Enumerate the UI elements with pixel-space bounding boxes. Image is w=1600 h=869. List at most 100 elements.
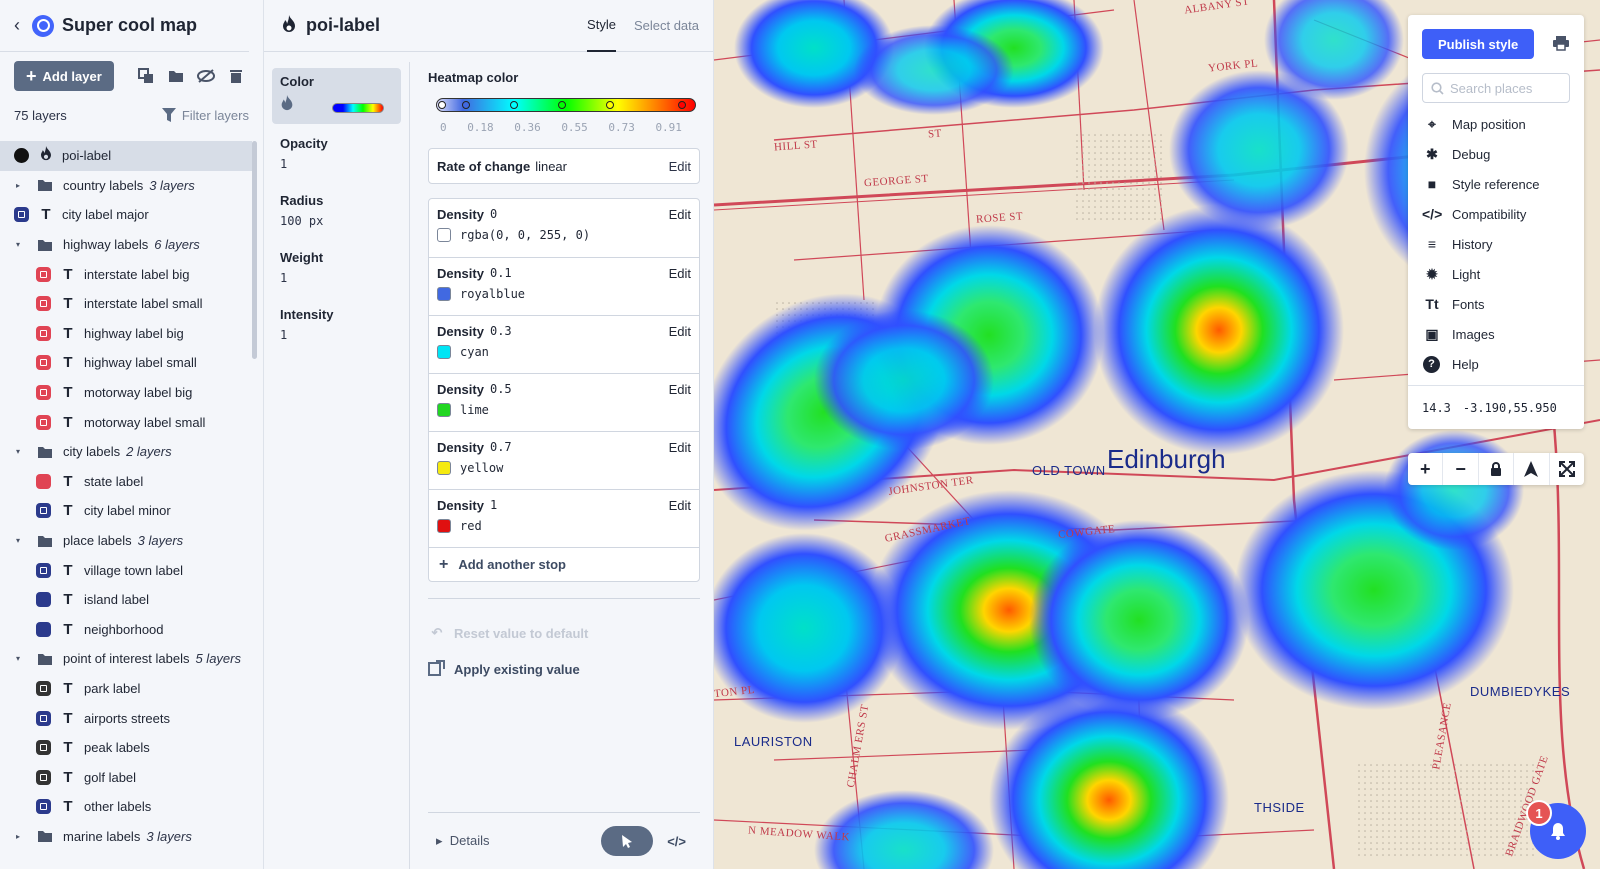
ramp-stop[interactable] bbox=[510, 101, 518, 109]
layer-row[interactable]: Tmotorway label small bbox=[0, 407, 252, 437]
folder-icon[interactable] bbox=[167, 67, 185, 85]
menu-item-fonts[interactable]: Tt Fonts bbox=[1408, 289, 1584, 319]
ui-mode-button[interactable] bbox=[601, 826, 654, 856]
layer-row[interactable]: Tneighborhood bbox=[0, 615, 252, 645]
color-ramp[interactable] bbox=[428, 95, 700, 115]
layer-group-row[interactable]: ▸ country labels 3 layers bbox=[0, 171, 252, 201]
details-toggle[interactable]: ▸ Details bbox=[436, 833, 490, 849]
property-item-color[interactable]: Color bbox=[272, 68, 401, 124]
layer-row[interactable]: Tinterstate label big bbox=[0, 259, 252, 289]
stop-edit-button[interactable]: Edit bbox=[669, 324, 691, 339]
menu-item-light[interactable]: ✹ Light bbox=[1408, 259, 1584, 289]
layer-group-row[interactable]: ▾ place labels 3 layers bbox=[0, 526, 252, 556]
ramp-stop[interactable] bbox=[678, 101, 686, 109]
code-mode-button[interactable]: </> bbox=[667, 834, 686, 849]
stop-edit-button[interactable]: Edit bbox=[669, 440, 691, 455]
district-label: OLD TOWN bbox=[1032, 463, 1106, 478]
layer-name-heading[interactable]: poi-label bbox=[306, 15, 380, 36]
stop-edit-button[interactable]: Edit bbox=[669, 498, 691, 513]
menu-item-compatibility[interactable]: </> Compatibility bbox=[1408, 199, 1584, 229]
rate-edit-button[interactable]: Edit bbox=[669, 159, 691, 174]
property-item-intensity[interactable]: Intensity 1 bbox=[272, 301, 401, 352]
layer-row[interactable]: Tmotorway label big bbox=[0, 378, 252, 408]
compass-icon[interactable] bbox=[1514, 453, 1550, 485]
lock-icon[interactable] bbox=[1479, 453, 1515, 485]
caret-down-icon[interactable]: ▾ bbox=[16, 447, 30, 456]
layer-list-scrollbar[interactable] bbox=[252, 141, 257, 359]
layer-group-row[interactable]: ▾ city labels 2 layers bbox=[0, 437, 252, 467]
trash-icon[interactable] bbox=[227, 67, 245, 85]
zoom-out-button[interactable]: − bbox=[1443, 453, 1479, 485]
layer-color-swatch bbox=[36, 503, 51, 519]
caret-down-icon[interactable]: ▾ bbox=[16, 536, 30, 545]
folder-icon bbox=[38, 535, 54, 547]
color-swatch[interactable] bbox=[437, 228, 451, 242]
caret-down-icon[interactable]: ▾ bbox=[16, 654, 30, 663]
layer-row[interactable]: Thighway label big bbox=[0, 319, 252, 349]
layer-row[interactable]: Tpeak labels bbox=[0, 733, 252, 763]
layer-group-row[interactable]: ▾ highway labels 6 layers bbox=[0, 230, 252, 260]
caret-right-icon[interactable]: ▸ bbox=[16, 181, 30, 190]
publish-style-button[interactable]: Publish style bbox=[1422, 29, 1535, 59]
property-item-radius[interactable]: Radius 100 px bbox=[272, 187, 401, 238]
density-value: 0.3 bbox=[489, 324, 512, 338]
layer-row[interactable]: Tgolf label bbox=[0, 762, 252, 792]
menu-item-style-reference[interactable]: ■ Style reference bbox=[1408, 169, 1584, 199]
layer-row[interactable]: Tcity label major bbox=[0, 200, 252, 230]
ramp-ticks: 0 0.18 0.36 0.55 0.73 0.91 bbox=[428, 115, 700, 134]
menu-item-map-position[interactable]: ⌖ Map position bbox=[1408, 109, 1584, 139]
back-chevron-icon[interactable]: ‹ bbox=[14, 15, 28, 36]
fullscreen-icon[interactable] bbox=[1550, 453, 1584, 485]
layer-row[interactable]: Tinterstate label small bbox=[0, 289, 252, 319]
ramp-stop[interactable] bbox=[558, 101, 566, 109]
tab-select-data[interactable]: Select data bbox=[634, 0, 699, 52]
ramp-stop[interactable] bbox=[606, 101, 614, 109]
layer-row[interactable]: Tvillage town label bbox=[0, 555, 252, 585]
search-places-input[interactable] bbox=[1450, 80, 1560, 96]
stop-edit-button[interactable]: Edit bbox=[669, 207, 691, 222]
color-stop: Density 0.1 Edit royalblue bbox=[429, 257, 699, 315]
layer-group-row[interactable]: ▾ point of interest labels 5 layers bbox=[0, 644, 252, 674]
duplicate-icon[interactable] bbox=[137, 67, 155, 85]
reset-value-button[interactable]: ↶ Reset value to default bbox=[428, 615, 700, 651]
menu-item-history[interactable]: ≡ History bbox=[1408, 229, 1584, 259]
caret-down-icon[interactable]: ▾ bbox=[16, 240, 30, 249]
apply-existing-value-button[interactable]: Apply existing value bbox=[428, 651, 700, 687]
layer-row[interactable]: Tairports streets bbox=[0, 703, 252, 733]
layer-row[interactable]: Tpark label bbox=[0, 674, 252, 704]
stop-edit-button[interactable]: Edit bbox=[669, 382, 691, 397]
property-item-opacity[interactable]: Opacity 1 bbox=[272, 130, 401, 181]
caret-right-icon[interactable]: ▸ bbox=[16, 832, 30, 841]
print-icon[interactable] bbox=[1552, 35, 1570, 54]
layer-row[interactable]: Thighway label small bbox=[0, 348, 252, 378]
color-swatch[interactable] bbox=[437, 345, 451, 359]
color-swatch[interactable] bbox=[437, 461, 451, 475]
menu-item-debug[interactable]: ✱ Debug bbox=[1408, 139, 1584, 169]
property-item-weight[interactable]: Weight 1 bbox=[272, 244, 401, 295]
layer-row[interactable]: poi-label bbox=[0, 141, 252, 171]
color-swatch[interactable] bbox=[437, 519, 451, 533]
layer-name: interstate label big bbox=[84, 266, 190, 282]
stop-edit-button[interactable]: Edit bbox=[669, 266, 691, 281]
layer-row[interactable]: Tother labels bbox=[0, 792, 252, 822]
style-title[interactable]: Super cool map bbox=[62, 15, 197, 36]
layer-row[interactable]: Tstate label bbox=[0, 467, 252, 497]
density-value: 1 bbox=[489, 498, 498, 512]
add-layer-button[interactable]: + Add layer bbox=[14, 61, 114, 91]
color-swatch[interactable] bbox=[437, 403, 451, 417]
layer-row[interactable]: Tisland label bbox=[0, 585, 252, 615]
search-places-field[interactable] bbox=[1422, 73, 1570, 103]
hide-icon[interactable] bbox=[197, 67, 215, 85]
layer-row[interactable]: Tcity label minor bbox=[0, 496, 252, 526]
layer-group-row[interactable]: ▸ marine labels 3 layers bbox=[0, 822, 252, 852]
menu-item-images[interactable]: ▣ Images bbox=[1408, 319, 1584, 349]
tab-style[interactable]: Style bbox=[587, 0, 616, 52]
symbol-type-icon: T bbox=[63, 354, 73, 372]
ramp-stop[interactable] bbox=[438, 101, 446, 109]
filter-layers-button[interactable]: Filter layers bbox=[161, 108, 249, 123]
add-stop-button[interactable]: + Add another stop bbox=[429, 547, 699, 581]
zoom-in-button[interactable]: + bbox=[1408, 453, 1444, 485]
menu-item-help[interactable]: ? Help bbox=[1408, 349, 1584, 379]
ramp-stop[interactable] bbox=[462, 101, 470, 109]
color-swatch[interactable] bbox=[437, 287, 451, 301]
